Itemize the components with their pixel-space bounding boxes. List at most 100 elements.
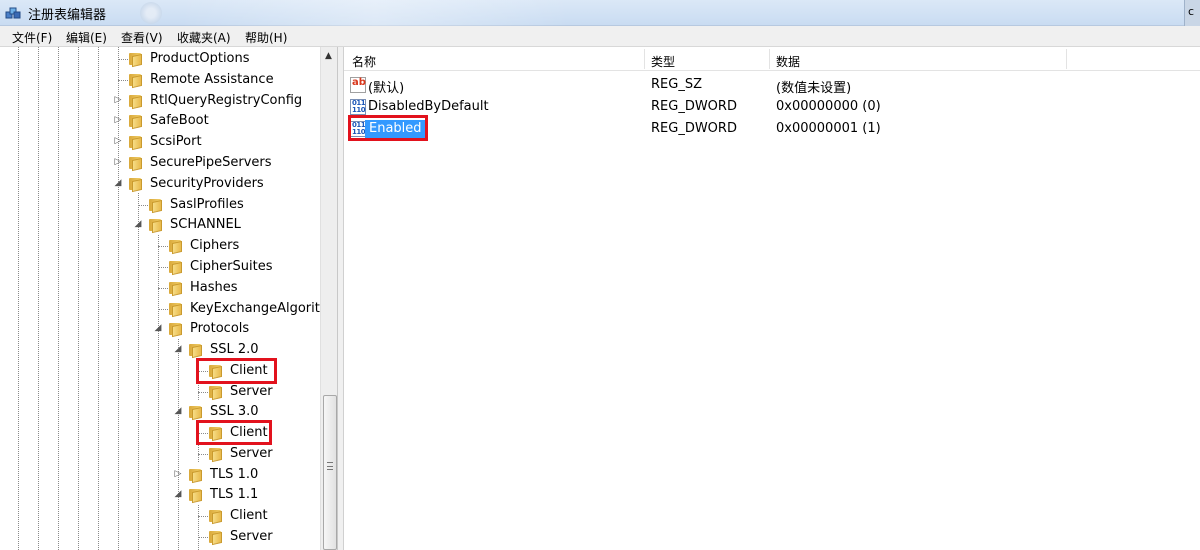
tree-item-ssl3-client[interactable]: Client [0, 423, 320, 443]
tree-item-label: KeyExchangeAlgorithms [190, 301, 338, 316]
tree-item-ssl3-server[interactable]: Server [0, 444, 320, 464]
collapse-arrow-icon[interactable]: ◢ [113, 178, 123, 188]
collapse-arrow-icon[interactable]: ◢ [173, 489, 183, 499]
window-button[interactable]: c [1184, 0, 1200, 26]
folder-icon [168, 321, 184, 338]
tree-item-label: SSL 3.0 [210, 404, 259, 419]
tree-item-label: ScsiPort [150, 134, 202, 149]
collapse-arrow-icon[interactable]: ◢ [153, 323, 163, 333]
collapse-arrow-icon[interactable]: ◢ [173, 406, 183, 416]
tree-item-label: Protocols [190, 321, 250, 336]
tree-item-ssl-3-0[interactable]: ◢ SSL 3.0 [0, 402, 320, 422]
menu-edit[interactable]: 编辑(E) [66, 29, 107, 46]
folder-icon [208, 446, 224, 463]
tree-item-productoptions[interactable]: ProductOptions [0, 49, 320, 69]
tree-item-safeboot[interactable]: ▷ SafeBoot [0, 111, 320, 131]
key-tree[interactable]: ProductOptions Remote Assistance ▷ RtlQu… [0, 47, 338, 550]
folder-icon [168, 238, 184, 255]
tree-item-label: SafeBoot [150, 113, 209, 128]
menu-bar: 文件(F) 编辑(E) 查看(V) 收藏夹(A) 帮助(H) [0, 26, 1200, 47]
folder-icon [128, 51, 144, 68]
menu-file[interactable]: 文件(F) [12, 29, 52, 46]
tree-item-scsiport[interactable]: ▷ ScsiPort [0, 132, 320, 152]
expand-arrow-icon[interactable]: ▷ [113, 136, 123, 146]
tree-item-tls-1-1[interactable]: ◢ TLS 1.1 [0, 485, 320, 505]
value-row-default[interactable]: ab (默认) REG_SZ (数值未设置) [344, 74, 1200, 96]
tree-item-tls-1-0[interactable]: ▷ TLS 1.0 [0, 465, 320, 485]
value-type: REG_SZ [651, 77, 702, 92]
collapse-arrow-icon[interactable]: ◢ [133, 219, 143, 229]
registry-editor-icon [5, 7, 21, 19]
value-type: REG_DWORD [651, 99, 737, 114]
expand-arrow-icon[interactable]: ▷ [113, 115, 123, 125]
collapse-arrow-icon[interactable]: ◢ [173, 344, 183, 354]
value-row-disabledbydefault[interactable]: 011 110 DisabledByDefault REG_DWORD 0x000… [344, 96, 1200, 118]
binary-value-icon: 011 110 [350, 99, 366, 115]
tree-item-securityproviders[interactable]: ◢ SecurityProviders [0, 174, 320, 194]
scroll-up-arrow-icon[interactable]: ▲ [325, 51, 332, 61]
folder-icon [128, 72, 144, 89]
tree-item-ciphers[interactable]: Ciphers [0, 236, 320, 256]
menu-view[interactable]: 查看(V) [121, 29, 163, 46]
folder-icon [188, 404, 204, 421]
window-title: 注册表编辑器 [28, 8, 107, 23]
tree-item-label: Remote Assistance [150, 72, 274, 87]
expand-arrow-icon[interactable]: ▷ [173, 469, 183, 479]
tree-item-protocols[interactable]: ◢ Protocols [0, 319, 320, 339]
column-divider[interactable] [1066, 49, 1067, 69]
tree-item-label: Server [230, 529, 273, 544]
tree-item-label: CipherSuites [190, 259, 273, 274]
tree-item-label: Client [230, 508, 268, 523]
highlight-box [348, 115, 428, 141]
expand-arrow-icon[interactable]: ▷ [113, 157, 123, 167]
tree-item-label: ProductOptions [150, 51, 250, 66]
tree-item-label: Server [230, 384, 273, 399]
folder-icon [208, 529, 224, 546]
folder-icon [208, 384, 224, 401]
tree-item-tls11-server[interactable]: Server [0, 527, 320, 547]
expand-arrow-icon[interactable]: ▷ [113, 95, 123, 105]
value-list[interactable]: 名称 类型 数据 ab (默认) REG_SZ (数值未设置) 011 110 D… [344, 47, 1200, 550]
folder-icon [128, 93, 144, 110]
column-type[interactable]: 类型 [651, 53, 675, 70]
scroll-thumb[interactable] [323, 395, 337, 550]
tree-item-ssl-2-0[interactable]: ◢ SSL 2.0 [0, 340, 320, 360]
tree-item-hashes[interactable]: Hashes [0, 278, 320, 298]
tree-item-label: SSL 2.0 [210, 342, 259, 357]
folder-icon [148, 197, 164, 214]
menu-favorites[interactable]: 收藏夹(A) [177, 29, 231, 46]
folder-icon [128, 155, 144, 172]
folder-icon [188, 487, 204, 504]
tree-item-label: SCHANNEL [170, 217, 241, 232]
tree-item-tls11-client[interactable]: Client [0, 506, 320, 526]
tree-item-ssl2-server[interactable]: Server [0, 382, 320, 402]
column-data[interactable]: 数据 [776, 53, 800, 70]
highlight-box [196, 358, 277, 384]
highlight-box [196, 420, 272, 445]
list-header: 名称 类型 数据 [344, 47, 1200, 71]
folder-icon [168, 280, 184, 297]
tree-item-keyexchangealgorithms[interactable]: KeyExchangeAlgorithms [0, 299, 337, 319]
tree-item-label: SaslProfiles [170, 197, 244, 212]
blurred-region [180, 0, 570, 26]
tree-item-rtlqueryregistryconfig[interactable]: ▷ RtlQueryRegistryConfig [0, 91, 320, 111]
value-name: (默认) [368, 81, 405, 96]
tree-item-saslprofiles[interactable]: SaslProfiles [0, 195, 320, 215]
folder-icon [128, 113, 144, 130]
value-type: REG_DWORD [651, 121, 737, 136]
tree-item-label: TLS 1.0 [210, 467, 259, 482]
menu-help[interactable]: 帮助(H) [245, 29, 287, 46]
tree-item-remote-assistance[interactable]: Remote Assistance [0, 70, 320, 90]
column-divider[interactable] [769, 49, 770, 69]
tree-scrollbar[interactable]: ▲ [320, 47, 337, 550]
folder-icon [188, 342, 204, 359]
folder-icon [148, 217, 164, 234]
tree-item-label: Ciphers [190, 238, 240, 253]
tree-item-schannel[interactable]: ◢ SCHANNEL [0, 215, 320, 235]
tree-item-securepipeservers[interactable]: ▷ SecurePipeServers [0, 153, 320, 173]
value-name: DisabledByDefault [368, 99, 489, 114]
column-name[interactable]: 名称 [352, 53, 376, 70]
column-divider[interactable] [644, 49, 645, 69]
value-row-enabled[interactable]: 011 110 Enabled REG_DWORD 0x00000001 (1) [344, 118, 1200, 140]
tree-item-ciphersuites[interactable]: CipherSuites [0, 257, 320, 277]
